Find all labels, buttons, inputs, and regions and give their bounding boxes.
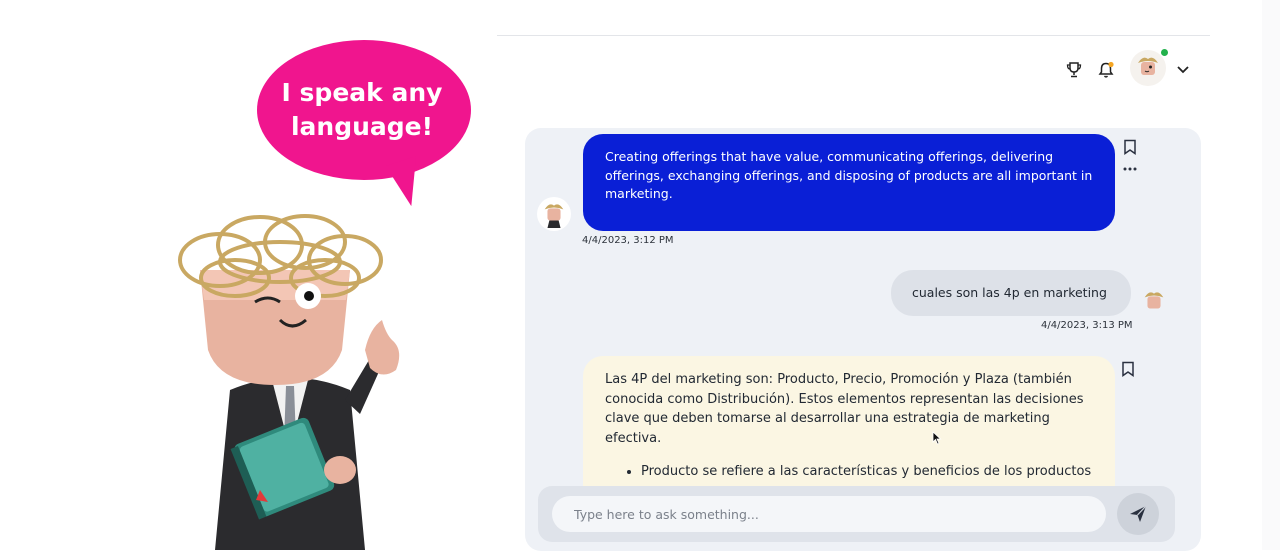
speech-bubble-text: I speak any language!	[281, 78, 443, 141]
send-icon	[1130, 505, 1147, 522]
message-timestamp: 4/4/2023, 3:13 PM	[1041, 320, 1133, 331]
online-status-indicator	[1161, 49, 1168, 56]
message-timestamp: 4/4/2023, 3:12 PM	[582, 235, 674, 246]
chevron-down-icon[interactable]	[1174, 60, 1192, 78]
user-message-avatar	[1137, 285, 1171, 319]
bell-icon[interactable]	[1095, 59, 1117, 81]
message-composer	[538, 486, 1175, 542]
bot-message: Creating offerings that have value, comm…	[583, 134, 1115, 231]
mascot-illustration	[178, 214, 400, 550]
chat-app: Creating offerings that have value, comm…	[497, 35, 1210, 551]
user-avatar[interactable]	[1130, 50, 1166, 86]
trophy-icon[interactable]	[1063, 59, 1085, 81]
bot-message-list: Producto se refiere a las característica…	[605, 462, 1093, 482]
send-button[interactable]	[1117, 493, 1159, 535]
page-edge	[1262, 0, 1280, 550]
bot-avatar	[537, 197, 571, 231]
mouse-cursor	[932, 431, 942, 445]
bot-message-text: Las 4P del marketing son: Producto, Prec…	[605, 372, 1084, 446]
bookmark-icon[interactable]	[1119, 360, 1137, 378]
chat-panel: Creating offerings that have value, comm…	[525, 128, 1201, 551]
list-item: Producto se refiere a las característica…	[641, 462, 1093, 482]
bookmark-icon[interactable]	[1121, 138, 1139, 156]
more-options-icon[interactable]	[1121, 160, 1139, 178]
user-message: cuales son las 4p en marketing	[891, 270, 1131, 316]
message-input[interactable]	[552, 496, 1106, 532]
